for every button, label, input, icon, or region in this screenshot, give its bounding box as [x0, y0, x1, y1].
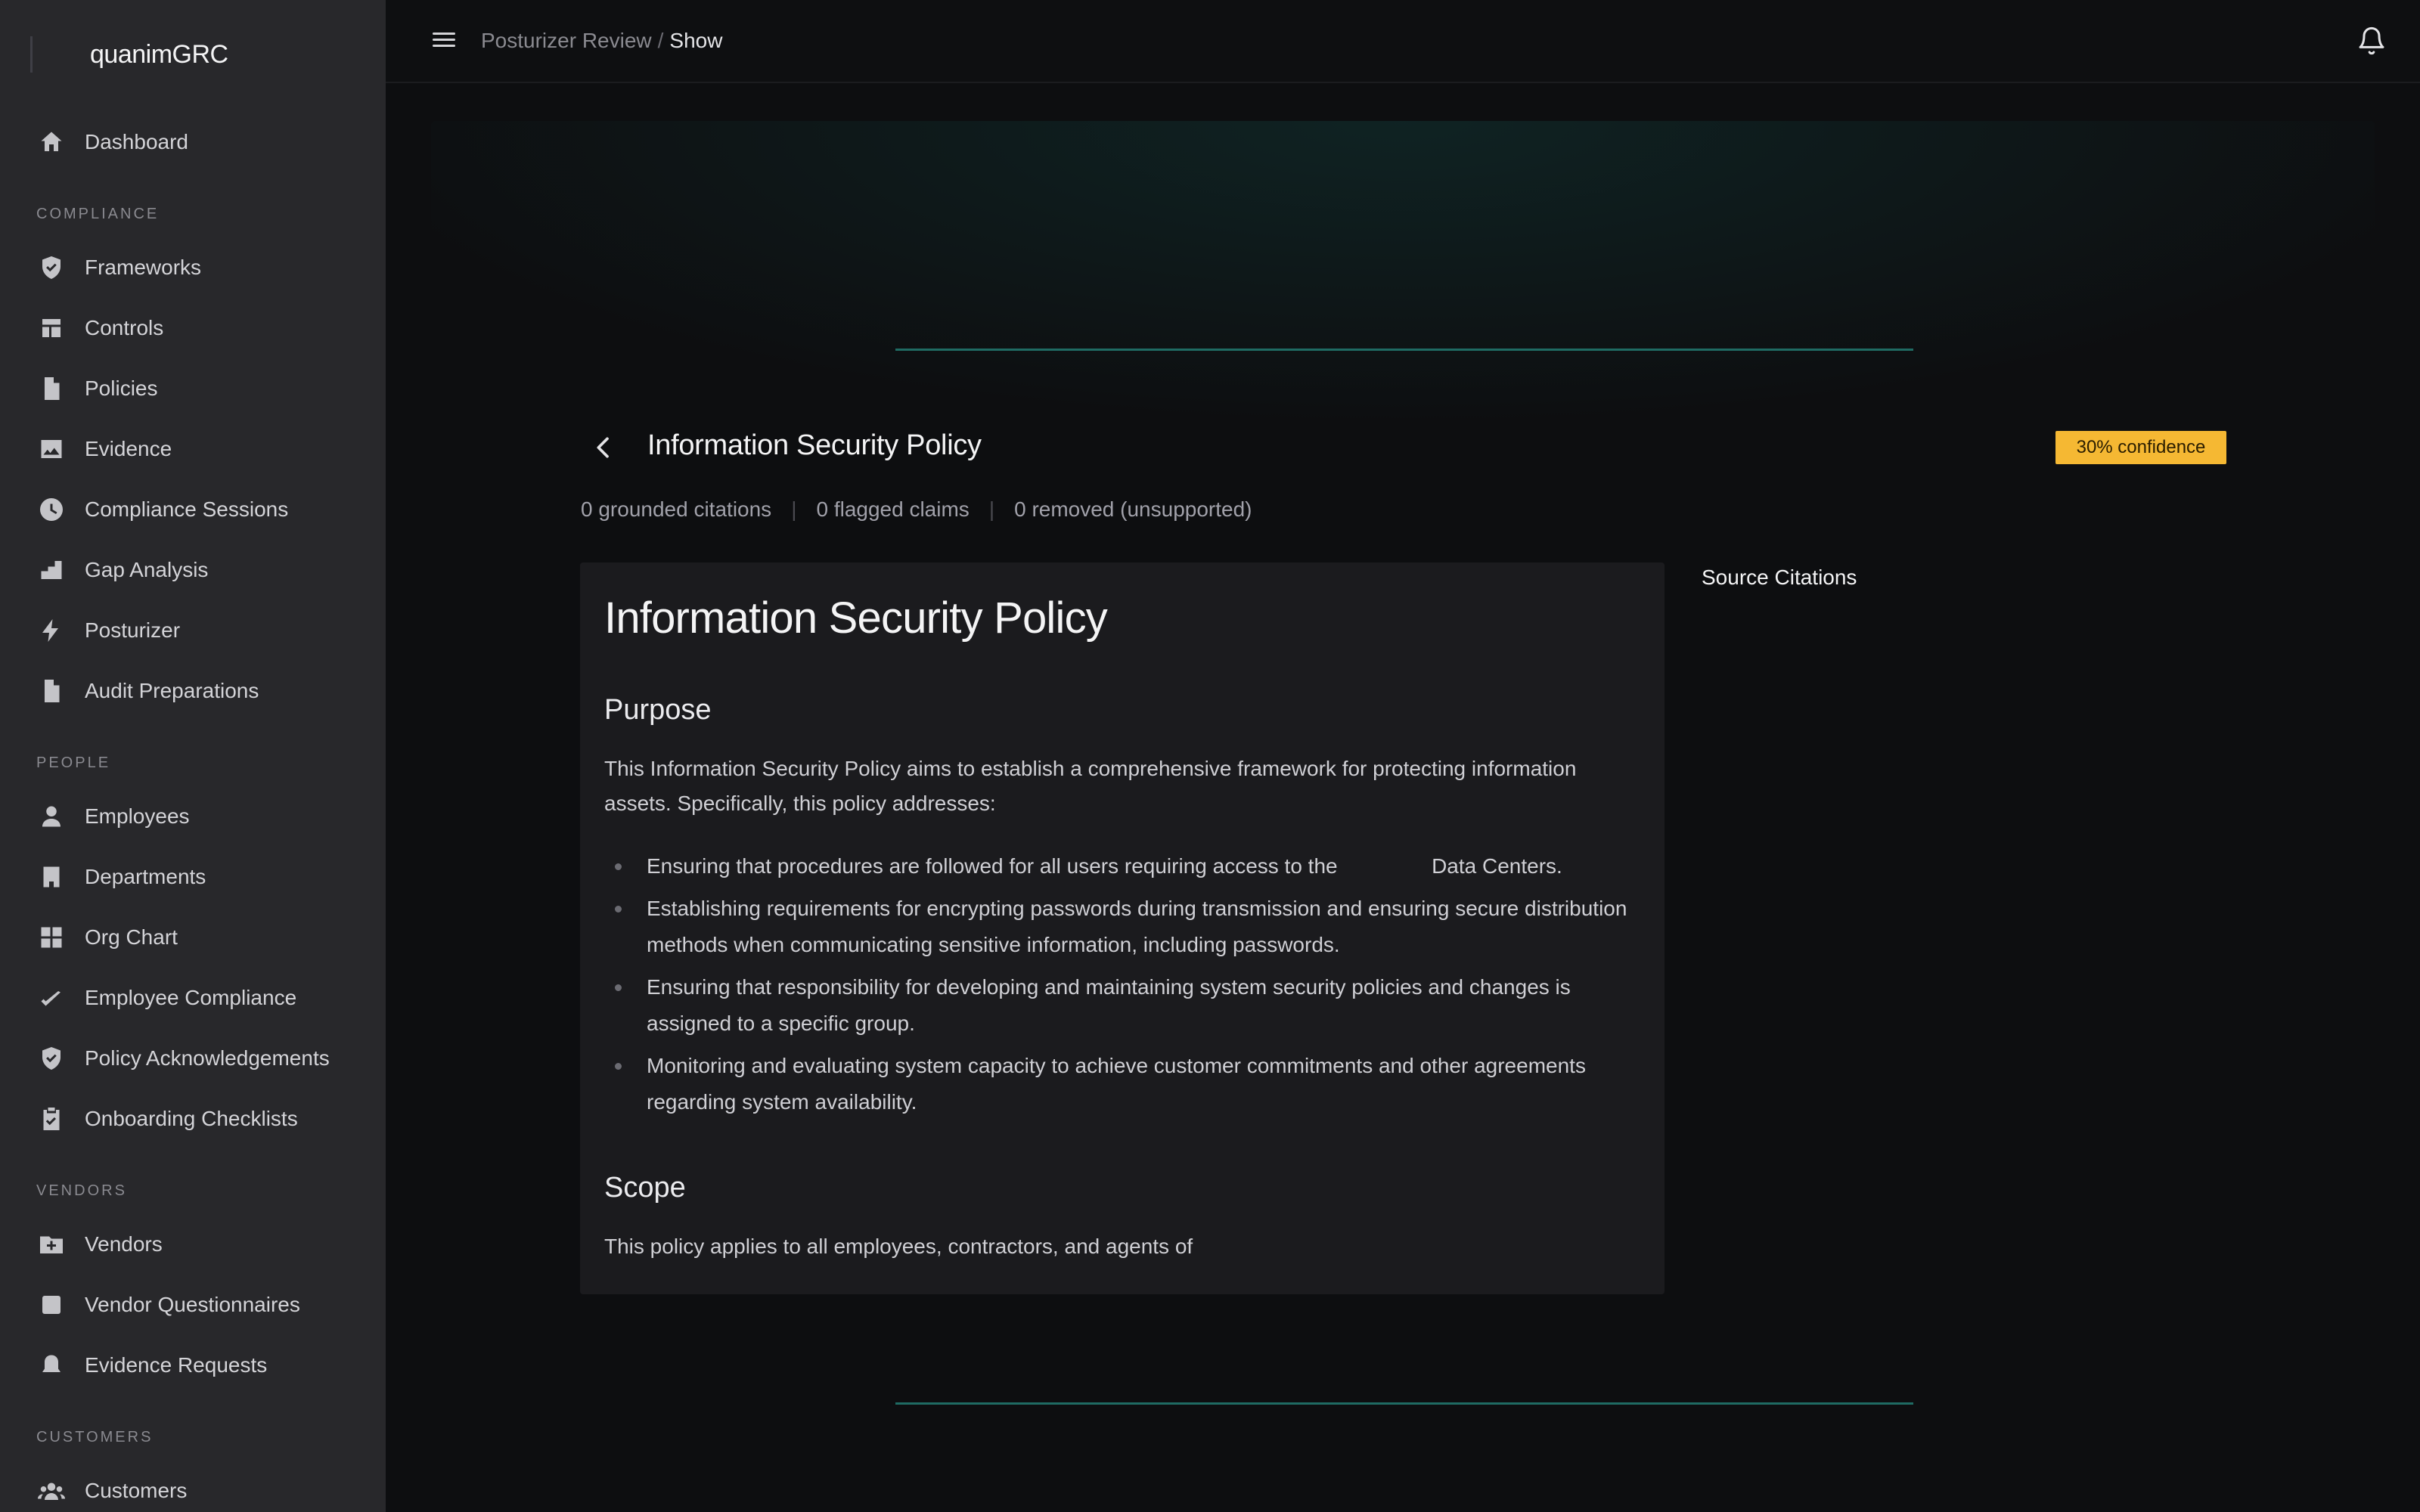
sidebar-item-label: Employee Compliance [85, 986, 297, 1009]
shield-check-icon [38, 254, 65, 281]
bar-steps-icon [38, 556, 65, 584]
main-content: Information Security Policy 30% confiden… [386, 85, 2420, 1512]
sidebar: quanimGRC Dashboard COMPLIANCE Frameworks C… [0, 0, 386, 1512]
sidebar-item-employee-compliance[interactable]: Employee Compliance [0, 968, 386, 1028]
sidebar-section-people: PEOPLE [36, 754, 111, 771]
policy-document: Information Security Policy Purpose This… [580, 562, 1665, 1294]
sidebar-item-label: Audit Preparations [85, 679, 259, 702]
layout-icon [38, 314, 65, 342]
citation-stats: 0 grounded citations | 0 flagged claims … [581, 497, 1252, 522]
sidebar-item-label: Customers [85, 1479, 188, 1502]
sidebar-item-gap-analysis[interactable]: Gap Analysis [0, 540, 386, 600]
purpose-list: Ensuring that procedures are followed fo… [604, 848, 1640, 1126]
scope-text: This policy applies to all employees, co… [604, 1235, 1193, 1258]
purpose-heading: Purpose [604, 694, 712, 726]
sidebar-section-vendors: VENDORS [36, 1182, 127, 1199]
divider-bottom [895, 1402, 1913, 1405]
grid-icon [38, 924, 65, 951]
building-icon [38, 863, 65, 891]
menu-icon[interactable] [433, 29, 458, 54]
sidebar-item-vendor-questionnaires[interactable]: Vendor Questionnaires [0, 1275, 386, 1335]
back-chevron-icon[interactable] [588, 432, 619, 463]
sidebar-item-label: Employees [85, 804, 190, 828]
stat-separator: | [791, 497, 797, 521]
sidebar-nav: Dashboard COMPLIANCE Frameworks Controls Pol… [0, 112, 386, 1512]
folder-plus-icon [38, 1231, 65, 1258]
brand[interactable]: quanimGRC [30, 36, 228, 73]
source-citations-heading: Source Citations [1702, 565, 1857, 589]
sidebar-item-label: Policy Acknowledgements [85, 1046, 330, 1070]
check-icon [38, 984, 65, 1012]
sidebar-item-posturizer[interactable]: Posturizer [0, 600, 386, 661]
sidebar-section-customers: CUSTOMERS [36, 1429, 154, 1445]
sidebar-item-label: Vendor Questionnaires [85, 1293, 300, 1316]
sidebar-item-departments[interactable]: Departments [0, 847, 386, 907]
divider-top [895, 349, 1913, 351]
image-icon [38, 435, 65, 463]
sidebar-item-audit-preparations[interactable]: Audit Preparations [0, 661, 386, 721]
removed-claims-count: 0 removed (unsupported) [1014, 497, 1252, 521]
sidebar-item-employees[interactable]: Employees [0, 786, 386, 847]
sidebar-item-label: Evidence [85, 437, 172, 460]
breadcrumb-current: Show [669, 29, 723, 52]
sidebar-item-label: Posturizer [85, 618, 181, 642]
bell-icon [38, 1352, 65, 1379]
sidebar-item-label: Controls [85, 316, 164, 339]
list-item: Establishing requirements for encrypting… [604, 891, 1640, 963]
sidebar-item-controls[interactable]: Controls [0, 298, 386, 358]
sidebar-item-label: Org Chart [85, 925, 178, 949]
document-icon [38, 677, 65, 705]
sidebar-item-customers[interactable]: Customers [0, 1461, 386, 1512]
breadcrumb-parent[interactable]: Posturizer Review [481, 29, 652, 52]
sidebar-item-label: Dashboard [85, 130, 188, 153]
sidebar-item-evidence-requests[interactable]: Evidence Requests [0, 1335, 386, 1396]
list-item: Ensuring that responsibility for develop… [604, 969, 1640, 1042]
sidebar-item-vendors[interactable]: Vendors [0, 1214, 386, 1275]
square-icon [38, 1291, 65, 1318]
sidebar-item-label: Departments [85, 865, 206, 888]
sidebar-item-label: Evidence Requests [85, 1353, 268, 1377]
sidebar-item-policy-acknowledgements[interactable]: Policy Acknowledgements [0, 1028, 386, 1089]
sidebar-item-label: Onboarding Checklists [85, 1107, 298, 1130]
clipboard-check-icon [38, 1105, 65, 1132]
users-icon [38, 1477, 65, 1504]
sidebar-item-label: Gap Analysis [85, 558, 209, 581]
clock-icon [38, 496, 65, 523]
sidebar-item-label: Policies [85, 376, 158, 400]
topbar: Posturizer Review / Show [386, 0, 2420, 83]
sidebar-item-frameworks[interactable]: Frameworks [0, 237, 386, 298]
flagged-claims-count: 0 flagged claims [816, 497, 970, 521]
sidebar-item-policies[interactable]: Policies [0, 358, 386, 419]
confidence-badge: 30% confidence [2055, 431, 2226, 464]
home-icon [38, 129, 65, 156]
document-icon [38, 375, 65, 402]
shield-check-icon [38, 1045, 65, 1072]
list-item: Monitoring and evaluating system capacit… [604, 1048, 1640, 1120]
user-icon [38, 803, 65, 830]
page-title: Information Security Policy [647, 429, 982, 461]
list-item: Ensuring that procedures are followed fo… [604, 848, 1640, 885]
breadcrumb: Posturizer Review / Show [481, 29, 722, 53]
sidebar-section-compliance: COMPLIANCE [36, 206, 160, 222]
app-name: quanimGRC [90, 39, 228, 69]
sidebar-item-onboarding-checklists[interactable]: Onboarding Checklists [0, 1089, 386, 1149]
sidebar-item-org-chart[interactable]: Org Chart [0, 907, 386, 968]
sidebar-item-label: Frameworks [85, 256, 202, 279]
sidebar-item-compliance-sessions[interactable]: Compliance Sessions [0, 479, 386, 540]
grounded-citations-count: 0 grounded citations [581, 497, 772, 521]
sidebar-item-label: Compliance Sessions [85, 497, 289, 521]
sidebar-item-dashboard[interactable]: Dashboard [0, 112, 386, 172]
breadcrumb-separator: / [657, 29, 664, 52]
purpose-text: This Information Security Policy aims to… [604, 757, 1577, 815]
stat-separator: | [988, 497, 995, 521]
sidebar-item-label: Vendors [85, 1232, 163, 1256]
sidebar-item-evidence[interactable]: Evidence [0, 419, 386, 479]
bell-icon[interactable] [2356, 26, 2387, 56]
scope-heading: Scope [604, 1172, 686, 1204]
document-heading: Information Security Policy [604, 593, 1108, 643]
lightning-icon [38, 617, 65, 644]
brand-divider [30, 36, 33, 73]
